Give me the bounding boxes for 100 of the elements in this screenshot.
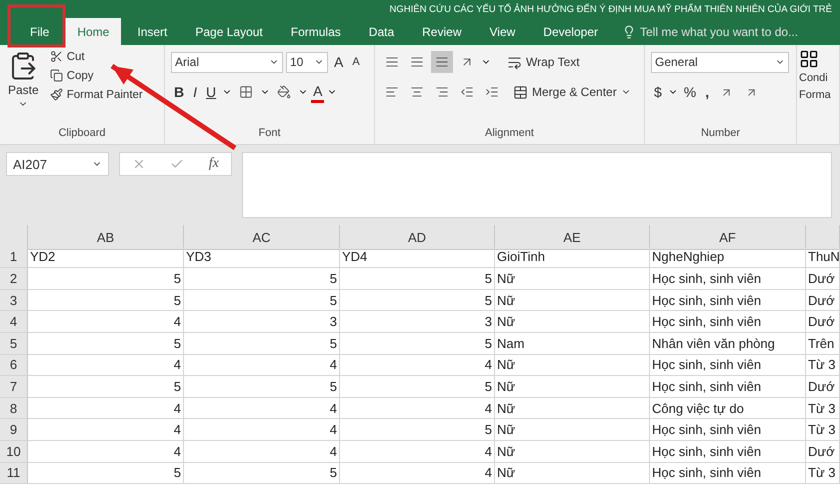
ribbon-tab[interactable]: Review [410, 18, 474, 45]
copy-icon [50, 69, 63, 82]
table-cell: 4 [184, 354, 340, 376]
table-cell: Nữ [495, 376, 650, 398]
currency-button[interactable]: $ [651, 81, 665, 103]
row-header[interactable]: 9 [0, 419, 28, 441]
column-header[interactable]: AF [650, 225, 806, 250]
row-header[interactable]: 11 [0, 462, 28, 484]
row-header[interactable]: 8 [0, 398, 28, 420]
row-header[interactable]: 7 [0, 376, 28, 398]
align-left-icon [385, 85, 399, 99]
row-header[interactable]: 2 [0, 268, 28, 290]
table-cell: 5 [340, 419, 495, 441]
italic-button[interactable]: I [190, 81, 200, 103]
wrap-text-button[interactable]: Wrap Text [504, 54, 583, 70]
table-cell: Từ 3 [806, 462, 840, 484]
table-cell: 4 [28, 398, 184, 420]
table-cell: Học sinh, sinh viên [650, 440, 806, 463]
group-label: Number [700, 126, 742, 141]
ribbon-tab[interactable]: Insert [125, 18, 180, 45]
table-cell: 5 [28, 462, 184, 484]
ribbon-tab[interactable]: View [478, 18, 528, 45]
align-icon [410, 55, 424, 69]
shrink-font-button[interactable]: A [349, 51, 363, 73]
percent-button[interactable]: % [680, 81, 700, 103]
table-cell: 5 [340, 376, 495, 398]
font-color-button[interactable]: A [311, 81, 324, 103]
table-cell: 5 [184, 290, 340, 312]
table-cell: Nữ [495, 268, 650, 290]
conditional-formatting-label[interactable]: Condi [799, 71, 837, 86]
table-cell: 5 [184, 376, 340, 398]
indent-increase-icon [485, 85, 499, 99]
table-cell: 5 [340, 332, 495, 355]
row-header[interactable]: 5 [0, 332, 28, 355]
vertical-align-button[interactable] [431, 51, 453, 73]
font-size-dropdown[interactable]: 10 [286, 52, 328, 72]
align-icon [385, 55, 399, 69]
table-cell: Nữ [495, 419, 650, 441]
ribbon-tab[interactable]: Developer [531, 18, 610, 45]
table-cell: 4 [184, 419, 340, 441]
indent-decrease-icon [460, 85, 474, 99]
table-cell: Nữ [495, 398, 650, 420]
paintbrush-icon [50, 88, 63, 101]
group-label: Font [257, 126, 282, 141]
row-header[interactable]: 4 [0, 311, 28, 333]
formula-input[interactable] [242, 152, 832, 218]
table-cell: 4 [28, 440, 184, 463]
font-name-dropdown[interactable]: Arial [171, 52, 283, 72]
row-header[interactable]: 1 [0, 246, 28, 268]
table-cell: Học sinh, sinh viên [650, 268, 806, 290]
table-cell: ThuN [806, 246, 840, 268]
highlight-box [8, 4, 66, 48]
conditional-formatting-label[interactable]: Forma [799, 88, 837, 103]
table-cell: Nam [495, 332, 650, 355]
bold-button[interactable]: B [171, 81, 188, 103]
merge-center-button[interactable]: Merge & Center [510, 84, 634, 100]
format-painter-button[interactable]: Format Painter [46, 87, 146, 102]
row-header[interactable]: 3 [0, 290, 28, 312]
column-header[interactable]: AD [340, 225, 495, 250]
align-center-icon [410, 85, 424, 99]
column-header[interactable]: AE [495, 225, 650, 250]
table-icon [799, 49, 819, 69]
table-cell: Dướ [806, 440, 840, 463]
table-cell: YD2 [28, 246, 184, 268]
ribbon-tab[interactable]: Formulas [278, 18, 353, 45]
row-header[interactable]: 10 [0, 440, 28, 463]
ribbon-tab[interactable]: Page Layout [183, 18, 275, 45]
grow-font-button[interactable]: A [331, 51, 346, 73]
column-header[interactable]: AB [28, 225, 184, 250]
window-title: NGHIÊN CỨU CÁC YẾU TỐ ẢNH HƯỞNG ĐẾN Ý ĐỊNH MUA MỸ PHẨM THIÊN NHIÊN CỦA GIỚI TRẺ [390, 4, 832, 14]
comma-button[interactable]: , [702, 81, 712, 103]
table-cell: Nhân viên văn phòng [650, 332, 806, 355]
table-cell: Nữ [495, 440, 650, 463]
align-icon [435, 55, 449, 69]
table-cell: Dướ [806, 290, 840, 312]
cut-button[interactable]: Cut [46, 49, 146, 64]
ribbon-tab[interactable]: Data [356, 18, 406, 45]
table-cell: Dướ [806, 268, 840, 290]
tell-me-field[interactable]: Tell me what you want to do... [622, 18, 798, 45]
table-cell: 4 [340, 398, 495, 420]
align-right-icon [435, 85, 449, 99]
ribbon-tab[interactable]: Home [65, 18, 122, 45]
paste-button[interactable]: Paste [6, 49, 41, 124]
table-cell: 5 [28, 332, 184, 355]
table-cell: Nữ [495, 290, 650, 312]
row-header[interactable]: 6 [0, 354, 28, 376]
column-header[interactable]: AC [184, 225, 340, 250]
table-cell: Nữ [495, 462, 650, 484]
group-label: Alignment [484, 126, 535, 141]
name-box[interactable]: AI207 [6, 152, 109, 176]
copy-button[interactable]: Copy [46, 68, 146, 83]
number-format-dropdown[interactable]: General [651, 52, 789, 72]
table-cell: 5 [28, 376, 184, 398]
table-cell: 3 [184, 311, 340, 333]
table-cell: Học sinh, sinh viên [650, 419, 806, 441]
insert-function-button[interactable]: fx [208, 156, 219, 172]
table-cell: Nữ [495, 311, 650, 333]
underline-button[interactable]: U [203, 81, 220, 103]
ribbon-tab[interactable]: File [18, 18, 62, 45]
table-cell: Từ 3 [806, 419, 840, 441]
